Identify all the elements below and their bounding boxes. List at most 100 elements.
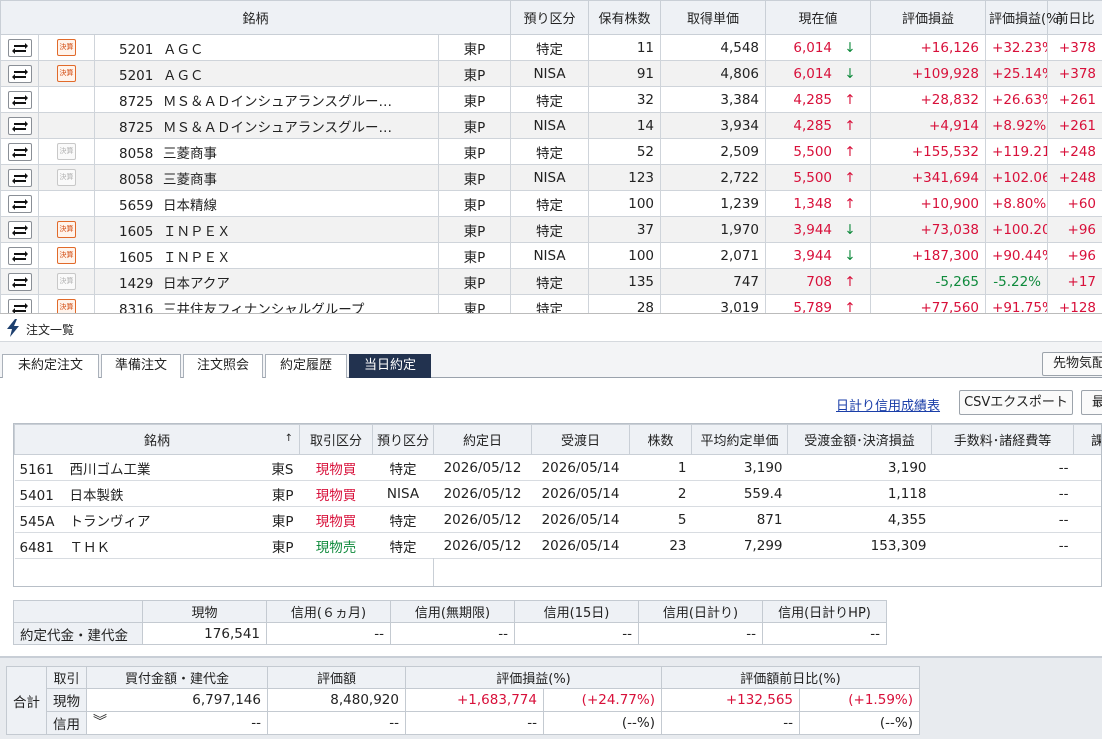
exec-header-tax[interactable]: 課税: [1073, 424, 1101, 455]
earnings-badge-cell: [38, 190, 95, 217]
exec-header-fee[interactable]: 手数料･諸経費等: [931, 424, 1074, 455]
account-type: 特定: [510, 216, 590, 243]
exec-header-amount[interactable]: 受渡金額･決済損益: [787, 424, 932, 455]
tab-prepared[interactable]: 準備注文: [101, 354, 181, 378]
stock-name[interactable]: ＭＳ＆ＡＤインシュアランスグルー…: [163, 120, 392, 136]
unrealized-pl-pct: +90.44%: [985, 242, 1049, 269]
trade-cell: [0, 294, 39, 313]
trade-swap-icon[interactable]: [7, 90, 32, 109]
header-qty[interactable]: 保有株数: [588, 0, 662, 35]
trade-swap-icon[interactable]: [7, 194, 32, 213]
holding-qty: 32: [588, 86, 662, 113]
position-row[interactable]: 5659 日本精線 東P 特定 100 1,239 1,348 ↑ +10,900 +8.80% +…: [0, 190, 1102, 217]
csv-export-button[interactable]: CSVエクスポート: [959, 390, 1073, 415]
exec-header-account[interactable]: 預り区分: [372, 424, 434, 455]
sum-header-margin-15d: 信用(15日): [514, 600, 639, 623]
tab-unexecuted[interactable]: 未約定注文: [2, 354, 99, 378]
stock-name[interactable]: 三菱商事: [163, 172, 217, 188]
cash-change: +132,565: [661, 688, 800, 712]
daily-margin-report-link[interactable]: 日計り信用成績表: [836, 395, 940, 414]
exec-date: 2026/05/12: [433, 454, 532, 481]
more-button[interactable]: 最: [1081, 390, 1102, 415]
stock-name-cell: 8316 三井住友フィナンシャルグループ: [94, 294, 439, 314]
execution-row[interactable]: 6481 ＴＨＫ 東P 現物売 特定 2026/05/12 2026/05/14 23 7,29…: [14, 532, 1101, 559]
header-account[interactable]: 預り区分: [510, 0, 590, 35]
exec-header-qty[interactable]: 株数: [629, 424, 692, 455]
tab-order-inquiry[interactable]: 注文照会: [183, 354, 263, 378]
position-row[interactable]: 決算 8316 三井住友フィナンシャルグループ 東P 特定 28 3,019 5,789 ↑ +7…: [0, 294, 1102, 314]
trade-swap-icon[interactable]: [7, 168, 32, 187]
header-pl[interactable]: 評価損益: [870, 0, 987, 35]
trade-cell: [0, 138, 39, 165]
trade-swap-icon[interactable]: [7, 220, 32, 239]
stock-name[interactable]: ＭＳ＆ＡＤインシュアランスグルー…: [163, 94, 392, 110]
stock-name[interactable]: 日本精線: [163, 198, 217, 214]
current-price: 3,944: [793, 221, 833, 238]
earnings-badge-icon[interactable]: 決算: [57, 247, 76, 264]
trade-swap-icon[interactable]: [7, 116, 32, 135]
stock-name[interactable]: ＩＮＰＥＸ: [163, 250, 231, 266]
unrealized-pl: +4,914: [870, 112, 987, 139]
exec-fee: --: [931, 480, 1074, 507]
account-type: NISA: [510, 112, 590, 139]
position-row[interactable]: 決算 1605 ＩＮＰＥＸ 東P 特定 37 1,970 3,944 ↓ +73,038 +100.…: [0, 216, 1102, 243]
current-price-cell: 4,285 ↑: [765, 112, 872, 139]
position-row[interactable]: 決算 1429 日本アクア 東P 特定 135 747 708 ↑ -5,265 -5.22% +17…: [0, 268, 1102, 295]
unrealized-pl: +73,038: [870, 216, 987, 243]
position-row[interactable]: 8725 ＭＳ＆ＡＤインシュアランスグルー… 東P NISA 14 3,934 4,285 ↑…: [0, 112, 1102, 139]
trade-swap-icon[interactable]: [7, 38, 32, 57]
stock-name[interactable]: 三井住友フィナンシャルグループ: [163, 302, 364, 314]
trade-swap-icon[interactable]: [7, 246, 32, 265]
trade-swap-icon[interactable]: [7, 142, 32, 161]
exec-settle-date: 2026/05/14: [531, 532, 630, 559]
exec-header-settle[interactable]: 受渡日: [531, 424, 630, 455]
header-cost[interactable]: 取得単価: [660, 0, 767, 35]
header-name[interactable]: 銘柄: [0, 0, 512, 35]
current-price: 6,014: [793, 39, 833, 56]
earnings-badge-icon[interactable]: 決算: [57, 299, 76, 313]
exec-header-avg[interactable]: 平均約定単価: [691, 424, 788, 455]
header-price[interactable]: 現在値: [765, 0, 872, 35]
trade-swap-icon[interactable]: [7, 298, 32, 313]
exec-market: 東P: [271, 539, 294, 556]
earnings-badge-icon[interactable]: 決算: [57, 221, 76, 238]
market: 東P: [437, 164, 512, 191]
execution-row[interactable]: 545A トランヴィア 東P 現物買 特定 2026/05/12 2026/05/14 5 87…: [14, 506, 1101, 533]
tab-today-executions[interactable]: 当日約定: [349, 354, 431, 378]
trade-swap-icon[interactable]: [7, 272, 32, 291]
earnings-badge-icon[interactable]: 決算: [57, 39, 76, 56]
expand-chevron-icon[interactable]: ︾: [93, 713, 107, 731]
trade-cell: [0, 112, 39, 139]
header-change[interactable]: 前日比: [1047, 0, 1102, 35]
holding-qty: 123: [588, 164, 662, 191]
position-row[interactable]: 決算 5201 ＡＧＣ 東P特定114,548 6,014 ↓ +16,126+32.23%…: [0, 34, 1102, 61]
earnings-badge-icon[interactable]: 決算: [57, 143, 76, 160]
position-row[interactable]: 8725 ＭＳ＆ＡＤインシュアランスグルー… 東P 特定 32 3,384 4,285 ↑ +2…: [0, 86, 1102, 113]
futures-quote-button[interactable]: 先物気配: [1042, 352, 1102, 376]
exec-stock-name: ＴＨＫ: [69, 539, 111, 556]
position-row[interactable]: 決算 8058 三菱商事 東P NISA 123 2,722 5,500 ↑ +341,694 +1…: [0, 164, 1102, 191]
earnings-badge-icon[interactable]: 決算: [57, 273, 76, 290]
header-pl-pct[interactable]: 評価損益(%): [985, 0, 1064, 35]
position-row[interactable]: 決算 8058 三菱商事 東P 特定 52 2,509 5,500 ↑ +155,532 +119.…: [0, 138, 1102, 165]
position-row[interactable]: 決算 1605 ＩＮＰＥＸ 東P NISA 100 2,071 3,944 ↓ +187,300 +…: [0, 242, 1102, 269]
trade-swap-icon[interactable]: [7, 64, 32, 83]
exec-header-date[interactable]: 約定日: [433, 424, 532, 455]
earnings-badge-icon[interactable]: 決算: [57, 169, 76, 186]
stock-name[interactable]: 日本アクア: [163, 276, 230, 292]
current-price: 4,285: [793, 117, 833, 134]
exec-stock-code: 545A: [19, 513, 55, 530]
unrealized-pl: +155,532: [870, 138, 987, 165]
tab-execution-history[interactable]: 約定履歴: [265, 354, 347, 378]
execution-row[interactable]: 5161 西川ゴム工業 東S 現物買 特定 2026/05/12 2026/05/14 1 3,…: [14, 454, 1101, 481]
stock-name[interactable]: 三菱商事: [163, 146, 217, 162]
stock-name[interactable]: ＩＮＰＥＸ: [163, 224, 231, 240]
earnings-badge-icon[interactable]: 決算: [57, 65, 76, 82]
exec-header-name[interactable]: 銘柄 ↑: [14, 424, 300, 455]
cost-price: 747: [660, 268, 767, 295]
stock-name[interactable]: ＡＧＣ: [163, 42, 204, 58]
exec-header-type[interactable]: 取引区分: [299, 424, 373, 455]
stock-name[interactable]: ＡＧＣ: [163, 68, 204, 84]
execution-row[interactable]: 5401 日本製鉄 東P 現物買 NISA 2026/05/12 2026/05/14 2 55…: [14, 480, 1101, 507]
position-row[interactable]: 決算 5201 ＡＧＣ 東P NISA 91 4,806 6,014 ↓ +109,928 +25.…: [0, 60, 1102, 87]
